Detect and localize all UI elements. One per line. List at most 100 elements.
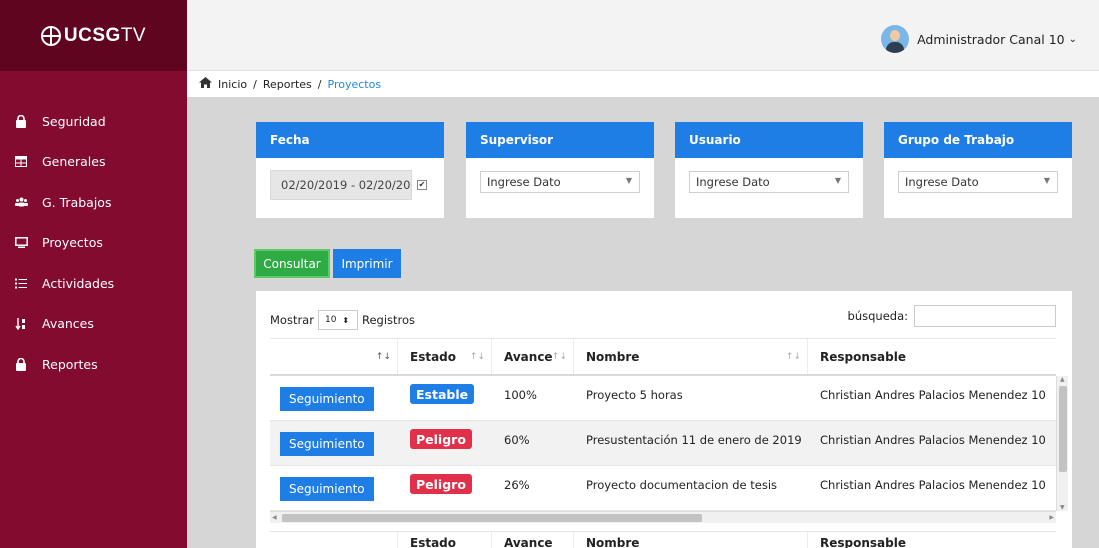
scroll-down-icon[interactable]: ▼ xyxy=(1060,504,1065,511)
sidebar-item-g-trabajos[interactable]: G. Trabajos xyxy=(0,182,187,223)
logo-brand: UCSG xyxy=(63,24,121,46)
sidebar-nav: Seguridad Generales G. Trabajos Proyecto… xyxy=(0,71,187,385)
select-placeholder: Ingrese Dato xyxy=(487,175,561,189)
sidebar-item-reportes[interactable]: Reportes xyxy=(0,344,187,385)
user-menu[interactable]: Administrador Canal 10 ⌄ xyxy=(881,25,1077,53)
sidebar-item-avances[interactable]: Avances xyxy=(0,304,187,345)
sidebar: UCSG TV Seguridad Generales G. Trabajos P… xyxy=(0,0,187,548)
scrollbar-thumb[interactable] xyxy=(282,514,702,522)
sidebar-item-label: Avances xyxy=(42,316,94,332)
top-bar: Administrador Canal 10 ⌄ xyxy=(187,0,1099,71)
grupo-select[interactable]: Ingrese Dato ▼ xyxy=(898,171,1058,193)
horizontal-scrollbar[interactable]: ◀ ▶ xyxy=(270,511,1056,523)
users-icon xyxy=(14,195,28,209)
select-placeholder: Ingrese Dato xyxy=(696,175,770,189)
table-header: ↑↓ Estado ↑↓ Avance ↑↓ Nombre ↑↓ Responsabl… xyxy=(270,338,1056,376)
registros-label: Registros xyxy=(361,313,416,327)
sort-caret-icon: ⬍ xyxy=(342,315,350,325)
sidebar-item-proyectos[interactable]: Proyectos xyxy=(0,223,187,264)
table-row: Seguimiento Estable 100% Proyecto 5 hora… xyxy=(270,376,1056,421)
nombre-cell: Presustentación 11 de enero de 2019 xyxy=(586,433,802,447)
column-header-actions[interactable]: ↑↓ xyxy=(270,339,398,374)
sidebar-item-actividades[interactable]: Actividades xyxy=(0,263,187,304)
breadcrumb-separator: / xyxy=(253,77,257,91)
sidebar-item-label: Seguridad xyxy=(42,113,106,129)
responsable-cell: Christian Andres Palacios Menendez 10 xyxy=(820,433,1046,447)
page-length-value: 10 xyxy=(324,315,337,325)
breadcrumb-separator: / xyxy=(317,77,322,91)
sidebar-item-label: Proyectos xyxy=(42,235,103,251)
user-name: Administrador Canal 10 xyxy=(917,31,1065,47)
table-row: Seguimiento Peligro 60% Presustentación … xyxy=(270,421,1056,466)
date-range-input[interactable]: 02/20/2019 - 02/20/2019 xyxy=(270,170,412,200)
sidebar-item-seguridad[interactable]: Seguridad xyxy=(0,101,187,142)
sidebar-item-label: G. Trabajos xyxy=(42,194,112,210)
sort-icon: ↑↓ xyxy=(469,351,485,362)
app-logo[interactable]: UCSG TV xyxy=(0,0,187,71)
chevron-down-icon: ⌄ xyxy=(1068,33,1077,45)
avatar xyxy=(881,25,910,53)
lock-icon xyxy=(14,357,28,371)
status-badge: Peligro xyxy=(410,474,472,494)
scroll-left-icon[interactable]: ◀ xyxy=(272,514,277,521)
filter-card-supervisor: Supervisor Ingrese Dato ▼ xyxy=(466,122,654,218)
caret-down-icon: ▼ xyxy=(1043,176,1050,185)
column-header-nombre[interactable]: Nombre ↑↓ xyxy=(574,339,808,374)
scroll-up-icon[interactable]: ▲ xyxy=(1060,376,1065,383)
breadcrumb: Inicio / Reportes / Proyectos xyxy=(187,71,1099,97)
avance-cell: 26% xyxy=(504,478,530,492)
card-title: Fecha xyxy=(256,122,444,158)
consultar-button[interactable]: Consultar xyxy=(254,249,330,278)
scrollbar-thumb[interactable] xyxy=(1059,386,1067,472)
footer-avance: Avance xyxy=(492,532,574,548)
filter-card-fecha: Fecha 02/20/2019 - 02/20/2019 ✔ xyxy=(256,122,444,218)
globe-icon xyxy=(40,25,61,46)
breadcrumb-item-reportes[interactable]: Reportes xyxy=(263,78,312,91)
sort-icon xyxy=(14,317,28,331)
imprimir-button[interactable]: Imprimir xyxy=(333,249,401,278)
nombre-cell: Proyecto 5 horas xyxy=(586,388,683,402)
seguimiento-button[interactable]: Seguimiento xyxy=(280,387,374,411)
responsable-cell: Christian Andres Palacios Menendez 10 xyxy=(820,478,1046,492)
table-icon xyxy=(14,155,28,169)
list-icon xyxy=(14,276,28,290)
supervisor-select[interactable]: Ingrese Dato ▼ xyxy=(480,171,640,193)
table-panel: Mostrar 10 ⬍ Registros búsqueda: ↑↓ Esta… xyxy=(256,291,1072,548)
card-title: Grupo de Trabajo xyxy=(884,122,1072,158)
nombre-cell: Proyecto documentacion de tesis xyxy=(586,478,778,492)
responsable-cell: Christian Andres Palacios Menendez 10 xyxy=(820,388,1046,402)
scroll-right-icon[interactable]: ▶ xyxy=(1049,514,1054,521)
column-header-avance[interactable]: Avance ↑↓ xyxy=(492,339,574,374)
caret-down-icon: ▼ xyxy=(625,176,632,185)
usuario-select[interactable]: Ingrese Dato ▼ xyxy=(689,171,849,193)
seguimiento-button[interactable]: Seguimiento xyxy=(280,432,374,456)
avance-cell: 100% xyxy=(504,388,537,402)
footer-responsable: Responsable xyxy=(820,535,906,548)
sidebar-item-label: Reportes xyxy=(42,356,98,372)
date-checkbox[interactable]: ✔ xyxy=(417,180,427,190)
vertical-scrollbar[interactable]: ▲ ▼ xyxy=(1056,376,1068,511)
logo-suffix: TV xyxy=(120,24,147,46)
search-input[interactable] xyxy=(914,305,1056,327)
seguimiento-button[interactable]: Seguimiento xyxy=(280,477,374,501)
page-length-select[interactable]: 10 ⬍ xyxy=(317,310,358,330)
select-placeholder: Ingrese Dato xyxy=(905,175,979,189)
filter-card-usuario: Usuario Ingrese Dato ▼ xyxy=(675,122,863,218)
column-header-responsable[interactable]: Responsable xyxy=(808,339,1056,374)
sidebar-item-label: Generales xyxy=(42,154,106,170)
status-badge: Estable xyxy=(410,384,475,404)
card-title: Supervisor xyxy=(466,122,654,158)
table-search: búsqueda: xyxy=(848,305,1056,327)
filter-card-grupo: Grupo de Trabajo Ingrese Dato ▼ xyxy=(884,122,1072,218)
search-label: búsqueda: xyxy=(847,309,908,323)
sort-icon: ↑↓ xyxy=(551,351,567,362)
mostrar-label: Mostrar xyxy=(270,313,314,327)
status-badge: Peligro xyxy=(410,429,472,449)
sidebar-item-generales[interactable]: Generales xyxy=(0,142,187,183)
breadcrumb-item-inicio[interactable]: Inicio xyxy=(218,78,247,91)
footer-estado: Estado xyxy=(398,532,492,548)
column-header-estado[interactable]: Estado ↑↓ xyxy=(398,339,492,374)
table-body: Seguimiento Estable 100% Proyecto 5 hora… xyxy=(270,376,1056,511)
lock-icon xyxy=(14,114,28,128)
footer-nombre: Nombre xyxy=(574,532,808,548)
